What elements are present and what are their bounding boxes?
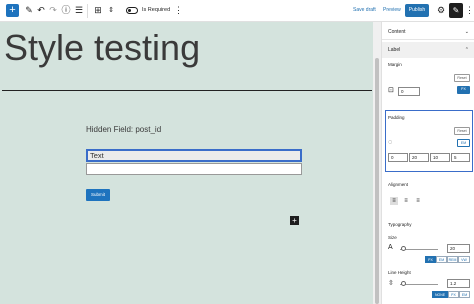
margin-reset-button[interactable]: Reset <box>454 74 470 82</box>
content-section-toggle[interactable]: Content ⌄ <box>382 24 474 40</box>
settings-gear-icon[interactable]: ⚙ <box>437 4 445 17</box>
line-height-input[interactable]: 1.2 <box>447 279 470 288</box>
size-input[interactable]: 20 <box>447 244 470 253</box>
preview-button[interactable]: Preview <box>383 3 401 18</box>
padding-unit-select[interactable]: EM <box>457 139 470 147</box>
size-unit-px[interactable]: PX <box>425 256 436 263</box>
alignment-label: Alignment <box>388 182 409 187</box>
submit-button[interactable]: Submit <box>86 189 110 201</box>
line-height-unit-none[interactable]: NONE <box>432 291 448 298</box>
line-height-unit-em[interactable]: EM <box>459 291 470 298</box>
add-block-inline-icon[interactable]: + <box>290 216 299 225</box>
more-options-icon[interactable]: ⋮ <box>174 3 183 18</box>
align-left-icon[interactable]: ≡ <box>390 197 398 205</box>
size-unit-rem[interactable]: REM <box>447 256 458 263</box>
settings-sidebar: Content ⌄ Label ⌃ Margin Reset ⊡ 0 PX Pa… <box>381 22 474 304</box>
padding-bottom-input[interactable]: 10 <box>430 153 450 162</box>
margin-label: Margin <box>388 62 402 67</box>
save-draft-button[interactable]: Save draft <box>353 3 376 18</box>
edit-pencil-icon[interactable]: ✎ <box>24 3 34 18</box>
scrollbar-thumb[interactable] <box>375 58 379 304</box>
font-size-icon: A <box>388 244 393 251</box>
toolbar-divider <box>87 4 88 18</box>
redo-icon[interactable]: ↷ <box>48 3 58 18</box>
options-menu-icon[interactable]: ⋮ <box>465 3 474 18</box>
styles-brush-icon[interactable]: ✎ <box>449 3 463 18</box>
padding-reset-button[interactable]: Reset <box>454 127 470 135</box>
hidden-field-label[interactable]: Hidden Field: post_id <box>86 125 161 134</box>
line-height-slider-handle[interactable] <box>401 281 406 286</box>
line-height-unit-px[interactable]: PX <box>448 291 459 298</box>
align-right-icon[interactable]: ≡ <box>414 197 422 205</box>
text-field-input[interactable] <box>86 163 302 175</box>
chevron-down-icon: ⌄ <box>464 29 469 35</box>
typography-label: Typography <box>388 222 412 227</box>
undo-icon[interactable]: ↶ <box>36 3 46 18</box>
text-field-label[interactable]: Text <box>86 149 302 162</box>
page-title[interactable]: Style testing <box>4 28 200 68</box>
label-section-toggle[interactable]: Label ⌃ <box>382 42 474 58</box>
align-center-icon[interactable]: ≡ <box>402 197 410 205</box>
label-section-label: Label <box>388 47 401 53</box>
editor-toolbar: + ✎ ↶ ↷ ⓘ ☰ ⊞ ⇕ Is Required ⋮ Save draft… <box>0 0 474 22</box>
editor-canvas: Style testing Hidden Field: post_id Text… <box>0 22 373 304</box>
padding-label: Padding <box>388 115 405 120</box>
line-height-icon: ⇳ <box>388 280 394 287</box>
list-view-icon[interactable]: ☰ <box>74 3 84 18</box>
block-type-icon[interactable]: ⊞ <box>92 3 104 18</box>
chevron-up-icon: ⌃ <box>464 47 469 53</box>
is-required-toggle[interactable] <box>126 7 138 14</box>
padding-left-input[interactable]: 5 <box>451 153 470 162</box>
info-icon[interactable]: ⓘ <box>61 3 71 18</box>
move-up-down-icon[interactable]: ⇕ <box>107 3 115 18</box>
line-height-label: Line Height <box>388 270 411 275</box>
margin-input[interactable]: 0 <box>398 87 420 96</box>
content-section-label: Content <box>388 29 406 35</box>
publish-button[interactable]: Publish <box>405 4 429 17</box>
margin-unit-select[interactable]: PX <box>457 86 470 94</box>
size-unit-vw[interactable]: VW <box>458 256 470 263</box>
is-required-label: Is Required <box>142 7 171 13</box>
size-unit-em[interactable]: EM <box>436 256 447 263</box>
link-sides-icon[interactable]: ⊡ <box>388 86 394 94</box>
size-label: Size <box>388 235 397 240</box>
padding-right-input[interactable]: 20 <box>409 153 429 162</box>
padding-top-input[interactable]: 0 <box>388 153 408 162</box>
add-block-button[interactable]: + <box>6 4 19 17</box>
separator-line <box>2 90 372 91</box>
size-slider-handle[interactable] <box>401 246 406 251</box>
unlink-sides-icon[interactable]: ◌ <box>388 139 392 146</box>
